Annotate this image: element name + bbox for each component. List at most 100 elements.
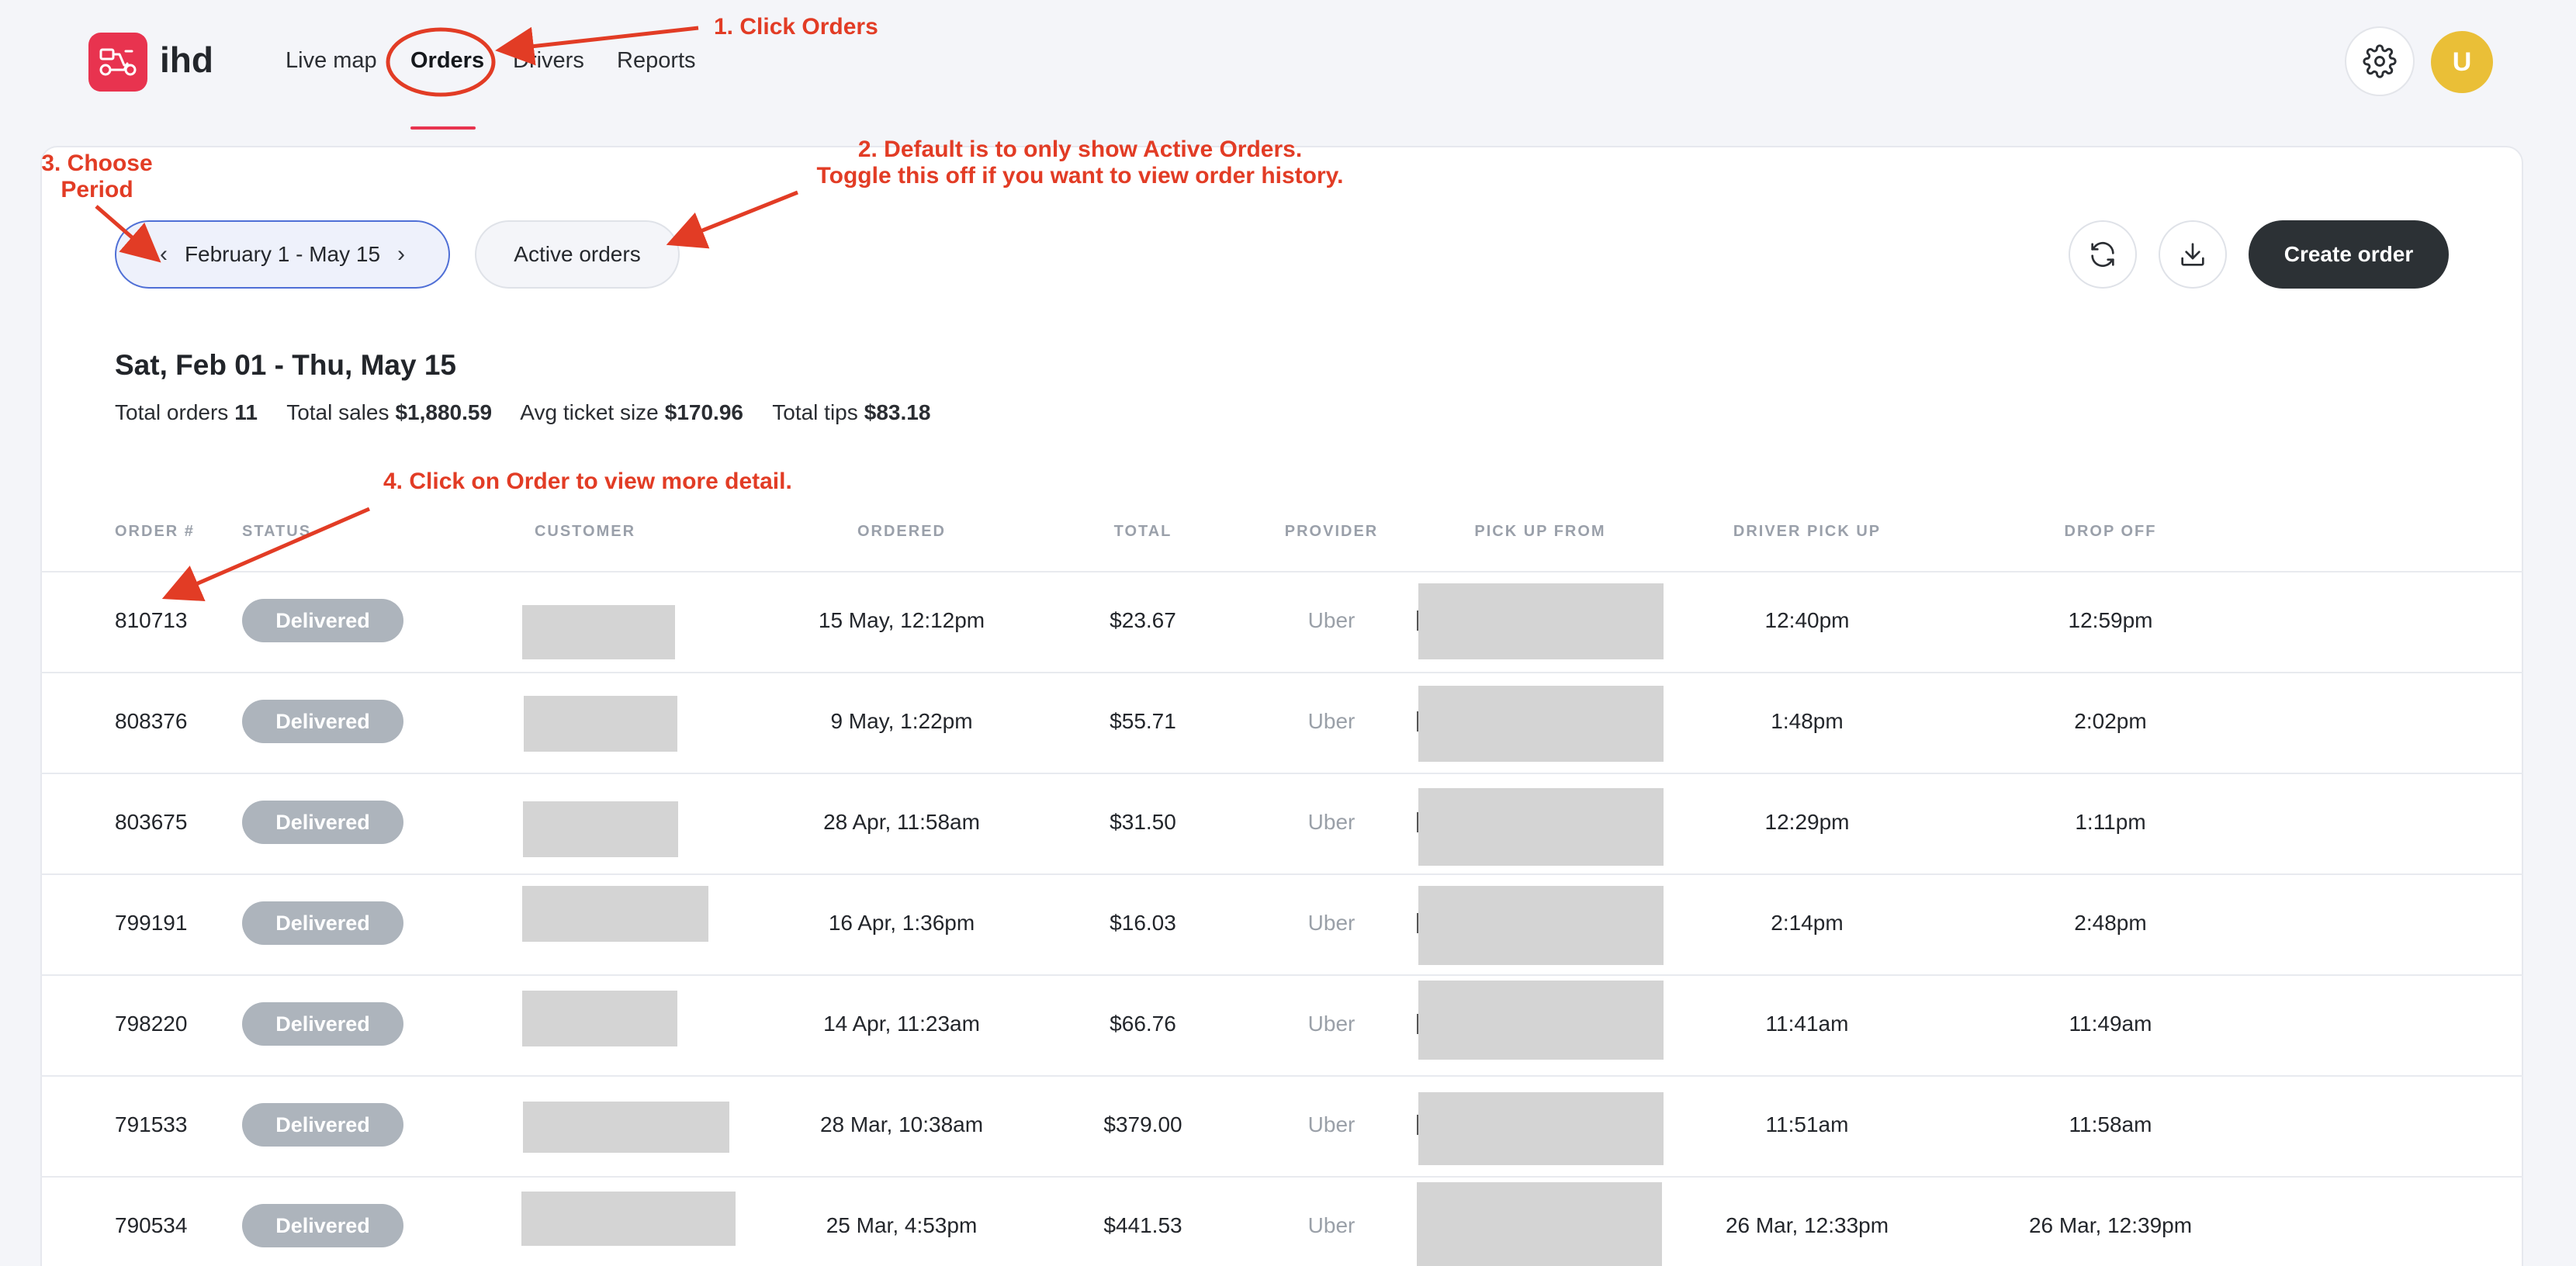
customer-redacted bbox=[521, 1192, 736, 1246]
customer-redacted bbox=[523, 801, 678, 857]
annotation-choose-period: 3. Choose Period bbox=[41, 150, 153, 202]
nav-orders[interactable]: Orders bbox=[410, 48, 484, 74]
table-row[interactable]: 808376 Delivered 9 May, 1:22pm $55.71 Uber 1:… bbox=[40, 672, 2523, 771]
order-number: 799191 bbox=[115, 911, 188, 935]
order-total: $31.50 bbox=[1110, 810, 1176, 834]
nav-drivers[interactable]: Drivers bbox=[513, 48, 584, 74]
settings-button[interactable] bbox=[2345, 26, 2415, 96]
provider-name: Uber bbox=[1307, 1213, 1356, 1237]
status-badge: Delivered bbox=[242, 801, 403, 844]
col-pickup-from[interactable]: PICK UP FROM bbox=[1474, 523, 1605, 541]
chevron-left-icon[interactable]: ‹ bbox=[160, 241, 168, 268]
driver-pickup-time: 11:41am bbox=[1765, 1012, 1849, 1036]
order-total: $441.53 bbox=[1103, 1213, 1182, 1237]
col-total[interactable]: TOTAL bbox=[1114, 523, 1172, 541]
driver-pickup-time: 26 Mar, 12:33pm bbox=[1725, 1213, 1889, 1237]
annotation-click-orders: 1. Click Orders bbox=[714, 14, 878, 40]
status-badge: Delivered bbox=[242, 700, 403, 743]
status-badge: Delivered bbox=[242, 1103, 403, 1147]
pickup-redacted bbox=[1418, 788, 1664, 866]
annotation-active-orders: 2. Default is to only show Active Orders… bbox=[816, 137, 1344, 189]
drop-off-time: 12:59pm bbox=[2068, 608, 2153, 632]
order-number: 790534 bbox=[115, 1213, 188, 1237]
active-orders-toggle[interactable]: Active orders bbox=[475, 220, 680, 289]
ordered-time: 15 May, 12:12pm bbox=[818, 608, 985, 632]
order-total: $16.03 bbox=[1110, 911, 1176, 935]
pickup-redacted bbox=[1418, 1092, 1664, 1165]
status-badge: Delivered bbox=[242, 1204, 403, 1247]
driver-pickup-time: 1:48pm bbox=[1771, 709, 1844, 733]
ordered-time: 14 Apr, 11:23am bbox=[823, 1012, 980, 1036]
range-title: Sat, Feb 01 - Thu, May 15 bbox=[115, 349, 457, 381]
table-row[interactable]: 798220 Delivered 14 Apr, 11:23am $66.76 Uber… bbox=[40, 974, 2523, 1074]
pickup-redacted bbox=[1418, 886, 1664, 965]
user-avatar[interactable]: U bbox=[2431, 31, 2493, 93]
nav-live-map[interactable]: Live map bbox=[286, 48, 377, 74]
stat-avg-ticket: Avg ticket size $170.96 bbox=[520, 400, 743, 424]
driver-pickup-time: 12:40pm bbox=[1764, 608, 1850, 632]
table-row[interactable]: 799191 Delivered 16 Apr, 1:36pm $16.03 Uber 2… bbox=[40, 873, 2523, 973]
order-total: $23.67 bbox=[1110, 608, 1176, 632]
ordered-time: 25 Mar, 4:53pm bbox=[826, 1213, 978, 1237]
status-badge: Delivered bbox=[242, 599, 403, 642]
driver-pickup-time: 2:14pm bbox=[1771, 911, 1844, 935]
period-selector[interactable]: ‹ February 1 - May 15 › bbox=[115, 220, 450, 289]
stat-total-orders: Total orders 11 bbox=[115, 400, 258, 424]
annotation-click-order-detail: 4. Click on Order to view more detail. bbox=[383, 469, 792, 494]
ordered-time: 28 Mar, 10:38am bbox=[819, 1112, 984, 1136]
top-bar: ihd Live map Orders Drivers Reports U bbox=[0, 0, 2576, 132]
status-badge: Delivered bbox=[242, 1002, 403, 1046]
order-number: 798220 bbox=[115, 1012, 188, 1036]
gear-icon bbox=[2363, 44, 2397, 78]
provider-name: Uber bbox=[1307, 810, 1356, 834]
stat-total-sales: Total sales $1,880.59 bbox=[286, 400, 493, 424]
pickup-redacted bbox=[1418, 686, 1664, 762]
col-drop-off[interactable]: DROP OFF bbox=[2065, 523, 2157, 541]
order-number: 791533 bbox=[115, 1112, 188, 1136]
order-total: $379.00 bbox=[1103, 1112, 1182, 1136]
provider-name: Uber bbox=[1307, 1112, 1356, 1136]
download-button[interactable] bbox=[2159, 220, 2227, 289]
pickup-redacted bbox=[1418, 981, 1664, 1060]
ordered-time: 9 May, 1:22pm bbox=[830, 709, 973, 733]
pickup-redacted bbox=[1418, 583, 1664, 659]
chevron-right-icon[interactable]: › bbox=[397, 241, 405, 268]
driver-pickup-time: 12:29pm bbox=[1764, 810, 1850, 834]
create-order-button[interactable]: Create order bbox=[2249, 220, 2449, 289]
status-badge: Delivered bbox=[242, 901, 403, 945]
drop-off-time: 2:02pm bbox=[2074, 709, 2147, 733]
customer-redacted bbox=[523, 1102, 729, 1153]
col-driver-pickup[interactable]: DRIVER PICK UP bbox=[1733, 523, 1881, 541]
customer-redacted bbox=[522, 991, 677, 1046]
table-row[interactable]: 810713 Delivered 15 May, 12:12pm $23.67 Uber… bbox=[40, 571, 2523, 670]
drop-off-time: 11:49am bbox=[2069, 1012, 2152, 1036]
table-row[interactable]: 791533 Delivered 28 Mar, 10:38am $379.00 Ube… bbox=[40, 1075, 2523, 1174]
refresh-icon bbox=[2091, 241, 2114, 268]
col-order[interactable]: ORDER # bbox=[115, 523, 195, 541]
nav-reports[interactable]: Reports bbox=[617, 48, 696, 74]
provider-name: Uber bbox=[1307, 709, 1356, 733]
ordered-time: 16 Apr, 1:36pm bbox=[828, 911, 975, 935]
order-number: 803675 bbox=[115, 810, 188, 834]
order-number: 810713 bbox=[115, 608, 188, 632]
download-icon bbox=[2181, 243, 2204, 266]
col-provider[interactable]: PROVIDER bbox=[1285, 523, 1378, 541]
table-row[interactable]: 803675 Delivered 28 Apr, 11:58am $31.50 Uber… bbox=[40, 773, 2523, 872]
refresh-button[interactable] bbox=[2069, 220, 2137, 289]
drop-off-time: 2:48pm bbox=[2074, 911, 2147, 935]
col-customer[interactable]: CUSTOMER bbox=[535, 523, 635, 541]
drop-off-time: 1:11pm bbox=[2075, 810, 2146, 834]
col-status[interactable]: STATUS bbox=[242, 523, 311, 541]
col-ordered[interactable]: ORDERED bbox=[857, 523, 946, 541]
period-label: February 1 - May 15 bbox=[184, 242, 381, 266]
nav-active-indicator bbox=[410, 126, 476, 130]
order-number: 808376 bbox=[115, 709, 188, 733]
driver-pickup-time: 11:51am bbox=[1765, 1112, 1849, 1136]
table-row[interactable]: 790534 Delivered 25 Mar, 4:53pm $441.53 Uber… bbox=[40, 1176, 2523, 1266]
drop-off-time: 26 Mar, 12:39pm bbox=[2028, 1213, 2193, 1237]
provider-name: Uber bbox=[1307, 608, 1356, 632]
customer-redacted bbox=[524, 696, 677, 752]
logo-text: ihd bbox=[160, 40, 213, 80]
customer-redacted bbox=[522, 605, 675, 659]
scooter-logo-icon[interactable] bbox=[88, 33, 147, 92]
